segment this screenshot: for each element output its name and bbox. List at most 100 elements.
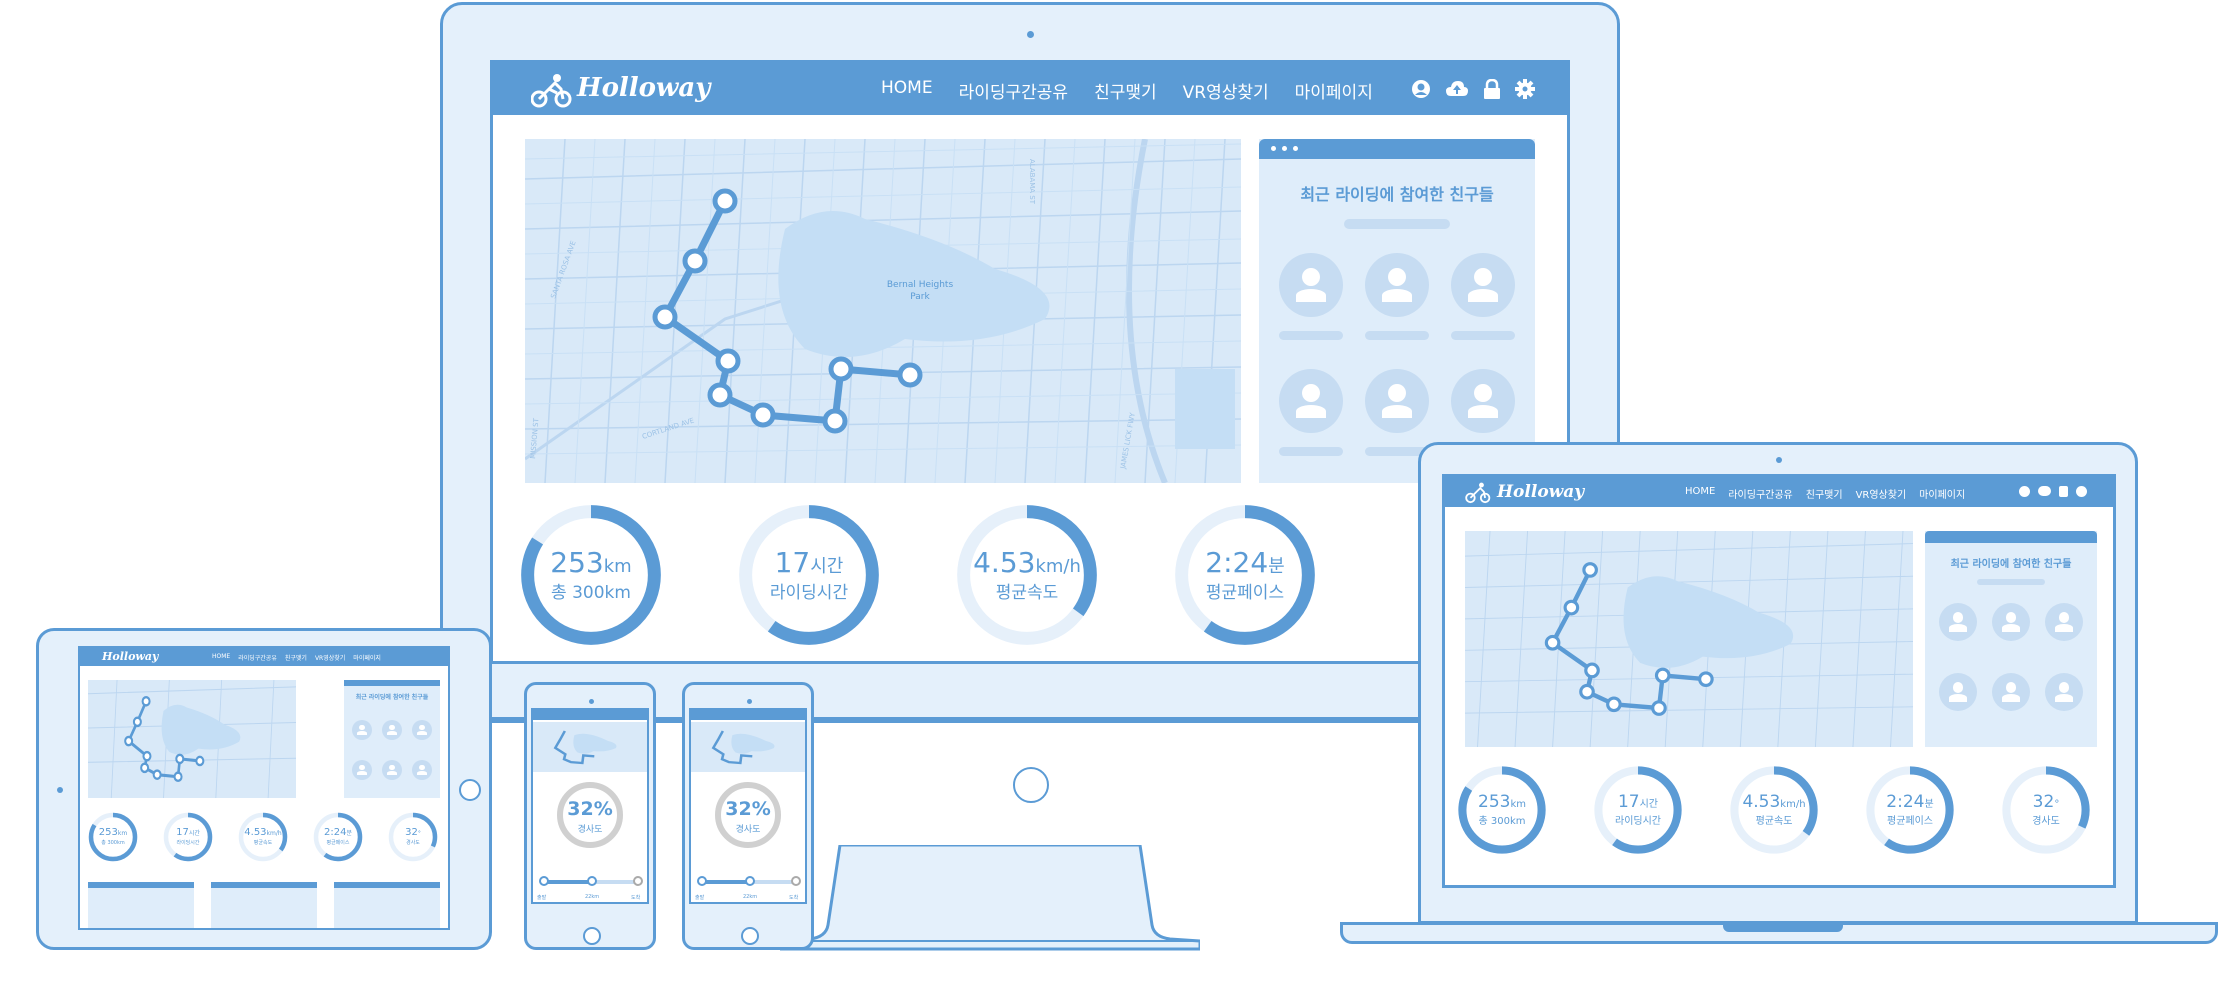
friends-card-title: 최근 라이딩에 참여한 친구들 [355,694,429,701]
friend-avatar[interactable] [1992,673,2030,711]
monitor-stand [780,845,1200,951]
stat-caption: 경사도 [2032,815,2060,827]
nav-home[interactable]: HOME [1685,486,1715,501]
stat-caption: 총 300km [101,839,125,846]
tablet-bottom-card [334,882,440,928]
user-icon[interactable] [1411,79,1431,99]
tablet-route-map[interactable] [88,680,296,798]
friend-avatar[interactable] [412,760,432,780]
phone-slope-gauge: 32% 경사도 [713,780,783,850]
friend-avatar[interactable] [1939,673,1977,711]
nav-friends[interactable]: 친구맺기 [1094,78,1157,103]
street-label: MISSION ST [529,417,541,459]
cyclist-logo-icon [1465,482,1493,508]
friend-avatar[interactable] [1365,253,1429,317]
friend-avatar[interactable] [1279,253,1343,317]
friend-avatar[interactable] [1992,603,2030,641]
friend-avatar[interactable] [1279,369,1343,433]
stat-caption: 평균페이스 [326,839,350,846]
nav-home[interactable]: HOME [212,653,230,662]
tablet-screen: Holloway HOME 라이딩구간공유 친구맺기 VR영상찾기 마이페이지 … [78,646,450,930]
friends-card-title: 최근 라이딩에 참여한 친구들 [1300,185,1494,204]
stat-gauge: 2:24분 평균페이스 [313,812,363,862]
phone-route-map[interactable] [533,722,647,772]
phone-route-map[interactable] [691,722,805,772]
laptop-nav-icons [2019,486,2087,497]
nav-vr[interactable]: VR영상찾기 [1183,78,1269,103]
nav-vr[interactable]: VR영상찾기 [1856,486,1907,501]
stat-gauge: 4.53km/h 평균속도 [955,503,1099,647]
stat-caption: 평균속도 [253,839,273,846]
friends-card-title: 최근 라이딩에 참여한 친구들 [1950,559,2072,570]
desktop-navbar: Holloway HOME 라이딩구간공유 친구맺기 VR영상찾기 마이페이지 [493,63,1567,115]
stat-caption: 평균속도 [995,583,1059,604]
stat-caption: 라이딩시간 [1615,815,1661,827]
phone-home-button[interactable] [583,927,601,945]
stat-caption: 라이딩시간 [769,583,849,604]
tablet-home-button[interactable] [459,779,481,801]
laptop-stats-row: 253km 총 300km 17시간 라이딩시간 4.53km/h 평균속도 2:24분 평균… [1445,757,2113,885]
tablet-camera [57,787,63,793]
svg-text:Park: Park [910,292,930,302]
street-label: SANTA ROSA AVE [549,240,577,300]
stat-value: 2:24분 [1886,792,1934,812]
nav-ride-share[interactable]: 라이딩구간공유 [1728,486,1792,501]
stat-value: 32° [405,827,421,838]
laptop-navbar: Holloway HOME 라이딩구간공유 친구맺기 VR영상찾기 마이페이지 [1445,477,2113,507]
laptop-route-map[interactable] [1465,531,1913,747]
nav-mypage[interactable]: 마이페이지 [353,653,381,662]
friend-avatar[interactable] [412,720,432,740]
nav-vr[interactable]: VR영상찾기 [315,653,345,662]
friend-avatar[interactable] [2045,673,2083,711]
phone-gauge-value: 32% [725,798,771,820]
nav-ride-share[interactable]: 라이딩구간공유 [238,653,277,662]
phone-slope-gauge: 32% 경사도 [555,780,625,850]
cloud-upload-icon[interactable] [2038,486,2051,496]
stat-gauge: 2:24분평균페이스 [1865,765,1955,855]
gear-icon[interactable] [1515,79,1535,99]
nav-ride-share[interactable]: 라이딩구간공유 [959,78,1068,103]
phone-home-button[interactable] [741,927,759,945]
cloud-upload-icon[interactable] [1445,79,1469,99]
stat-caption: 경사도 [406,839,420,846]
friend-avatar[interactable] [1451,253,1515,317]
friend-avatar[interactable] [1451,369,1515,433]
stat-gauge: 17시간 라이딩시간 [163,812,213,862]
nav-home[interactable]: HOME [881,78,933,103]
stat-value: 4.53km/h [973,546,1081,580]
stat-value: 2:24분 [1205,546,1285,580]
laptop-friends-card: 최근 라이딩에 참여한 친구들 [1925,531,2097,747]
gear-icon[interactable] [2076,486,2087,497]
brand-logo[interactable]: Holloway [102,650,158,663]
friend-avatar[interactable] [382,720,402,740]
friend-avatar[interactable] [1365,369,1429,433]
desktop-screen: Holloway HOME 라이딩구간공유 친구맺기 VR영상찾기 마이페이지 [490,60,1570,664]
cyclist-logo-icon [530,73,572,108]
nav-friends[interactable]: 친구맺기 [1806,486,1843,501]
user-icon[interactable] [2019,486,2030,497]
nav-mypage[interactable]: 마이페이지 [1919,486,1965,501]
phone-gauge-value: 32% [567,798,613,820]
phone-left-screen: 32% 경사도 출발 22km 도착 [531,708,649,904]
friend-avatar[interactable] [382,760,402,780]
stat-caption: 평균속도 [1755,815,1793,827]
stat-value: 253km [1478,792,1526,812]
lock-icon[interactable] [1483,79,1501,99]
nav-friends[interactable]: 친구맺기 [285,653,307,662]
nav-mypage[interactable]: 마이페이지 [1295,78,1373,103]
phone-distance-slider[interactable] [539,876,643,886]
stat-caption: 평균페이스 [1887,815,1933,827]
friend-avatar[interactable] [352,720,372,740]
friend-avatar[interactable] [352,760,372,780]
friend-avatar[interactable] [2045,603,2083,641]
lock-icon[interactable] [2059,486,2068,497]
stat-value: 4.53km/h [1742,792,1806,812]
phone-distance-slider[interactable] [697,876,801,886]
brand-logo[interactable]: Holloway [577,73,710,103]
friend-avatar[interactable] [1939,603,1977,641]
laptop-screen: Holloway HOME 라이딩구간공유 친구맺기 VR영상찾기 마이페이지 [1442,474,2116,888]
brand-logo[interactable]: Holloway [1497,482,1584,502]
monitor-home-button[interactable] [1013,767,1049,803]
desktop-route-map[interactable]: Bernal Heights Park CORTLAND AVE SANTA R… [525,139,1241,483]
desktop-friends-card: 최근 라이딩에 참여한 친구들 [1259,139,1535,483]
